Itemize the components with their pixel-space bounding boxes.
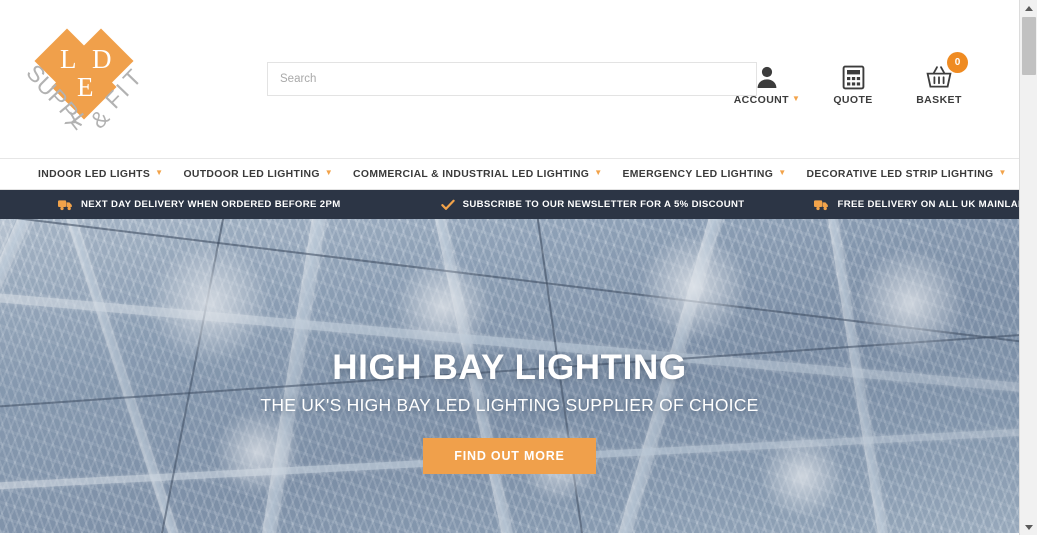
quote-label: QUOTE	[833, 94, 873, 106]
promo-text: FREE DELIVERY ON ALL UK MAINLAND ORDERS …	[837, 199, 1019, 210]
browser-page: L D E S U P P L Y & F I T Search ACCOUNT…	[0, 0, 1037, 535]
scrollbar-thumb[interactable]	[1022, 17, 1036, 75]
promo-text: SUBSCRIBE TO OUR NEWSLETTER FOR A 5% DIS…	[462, 199, 745, 210]
nav-item-outdoor-led-lighting[interactable]: OUTDOOR LED LIGHTING ▼	[183, 169, 333, 180]
nav-label: COMMERCIAL & INDUSTRIAL LED LIGHTING	[353, 168, 590, 180]
chevron-down-icon: ▼	[594, 168, 603, 177]
truck-icon	[58, 199, 73, 211]
account-text: ACCOUNT	[733, 94, 789, 106]
svg-text:E: E	[77, 72, 94, 102]
chevron-down-icon: ▼	[778, 168, 787, 177]
quote-button[interactable]: QUOTE	[823, 63, 883, 106]
nav-label: INDOOR LED LIGHTS	[38, 168, 151, 180]
svg-text:L: L	[60, 44, 77, 74]
chevron-down-icon: ▼	[791, 94, 801, 103]
nav-label: EMERGENCY LED LIGHTING	[622, 168, 774, 180]
nav-item-emergency-led-lighting[interactable]: EMERGENCY LED LIGHTING ▼	[623, 169, 787, 180]
promo-bar: NEXT DAY DELIVERY WHEN ORDERED BEFORE 2P…	[0, 190, 1019, 219]
site-header: L D E S U P P L Y & F I T Search ACCOUNT…	[0, 0, 1019, 159]
header-actions: ACCOUNT ▼ QUOTE 0 BASKET	[734, 52, 969, 106]
vertical-scrollbar[interactable]	[1019, 0, 1037, 535]
promo-next-day-delivery: NEXT DAY DELIVERY WHEN ORDERED BEFORE 2P…	[58, 199, 341, 211]
nav-item-indoor-led-lights[interactable]: INDOOR LED LIGHTS ▼	[38, 169, 163, 180]
scroll-down-arrow-icon[interactable]	[1020, 519, 1037, 535]
page-viewport: L D E S U P P L Y & F I T Search ACCOUNT…	[0, 0, 1019, 535]
promo-newsletter-discount: SUBSCRIBE TO OUR NEWSLETTER FOR A 5% DIS…	[440, 199, 745, 211]
find-out-more-button[interactable]: FIND OUT MORE	[423, 438, 596, 474]
account-label: ACCOUNT ▼	[734, 94, 801, 106]
truck-icon	[814, 199, 829, 211]
account-menu[interactable]: ACCOUNT ▼	[734, 63, 800, 106]
nav-item-decorative-led-strip-lighting[interactable]: DECORATIVE LED STRIP LIGHTING ▼	[806, 169, 1006, 180]
user-icon	[756, 63, 778, 91]
nav-label: OUTDOOR LED LIGHTING	[183, 168, 320, 180]
calculator-icon	[842, 63, 865, 91]
nav-label: DECORATIVE LED STRIP LIGHTING	[806, 168, 994, 180]
nav-item-commercial-industrial-led-lighting[interactable]: COMMERCIAL & INDUSTRIAL LED LIGHTING ▼	[353, 169, 602, 180]
search-input[interactable]	[267, 62, 757, 96]
scroll-up-arrow-icon[interactable]	[1020, 0, 1037, 16]
basket-label: BASKET	[916, 94, 962, 106]
basket-count-badge: 0	[947, 52, 968, 73]
promo-text: NEXT DAY DELIVERY WHEN ORDERED BEFORE 2P…	[81, 199, 341, 210]
basket-button[interactable]: 0 BASKET	[909, 52, 969, 106]
chevron-down-icon: ▼	[155, 168, 164, 177]
main-navigation: INDOOR LED LIGHTS ▼ OUTDOOR LED LIGHTING…	[0, 159, 1019, 190]
hero-title: HIGH BAY LIGHTING	[332, 348, 687, 387]
hero-content: HIGH BAY LIGHTING THE UK'S HIGH BAY LED …	[0, 350, 1019, 474]
hero-banner: HIGH BAY LIGHTING THE UK'S HIGH BAY LED …	[0, 219, 1019, 533]
hero-subtitle: THE UK'S HIGH BAY LED LIGHTING SUPPLIER …	[260, 395, 759, 415]
chevron-down-icon: ▼	[324, 168, 334, 177]
promo-free-delivery: FREE DELIVERY ON ALL UK MAINLAND ORDERS …	[814, 199, 1019, 211]
chevron-down-icon: ▼	[998, 168, 1007, 177]
svg-text:D: D	[92, 44, 112, 74]
check-icon	[440, 199, 455, 211]
site-logo[interactable]: L D E S U P P L Y & F I T	[14, 22, 154, 140]
search-container	[267, 62, 757, 96]
